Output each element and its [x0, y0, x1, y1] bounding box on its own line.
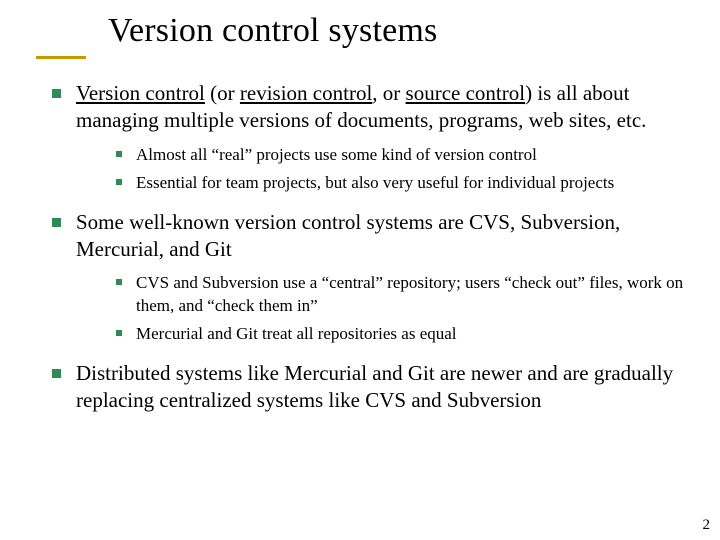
- bullet-2: Some well-known version control systems …: [46, 209, 686, 346]
- bullet-2-text: Some well-known version control systems …: [76, 210, 620, 261]
- bullet-3-text: Distributed systems like Mercurial and G…: [76, 361, 673, 412]
- bullet-1-sublist: Almost all “real” projects use some kind…: [76, 144, 686, 195]
- bullet-1-text-b: , or: [372, 81, 405, 105]
- bullet-1-term-source-control: source control: [406, 81, 526, 105]
- title-accent-bar: [36, 56, 86, 59]
- bullet-1-term-revision-control: revision control: [240, 81, 372, 105]
- bullet-list: Version control (or revision control, or…: [46, 80, 686, 413]
- bullet-1: Version control (or revision control, or…: [46, 80, 686, 195]
- page-number: 2: [703, 517, 711, 534]
- bullet-1-sub-2: Essential for team projects, but also ve…: [112, 172, 686, 194]
- bullet-2-sublist: CVS and Subversion use a “central” repos…: [76, 272, 686, 345]
- bullet-2-sub-1: CVS and Subversion use a “central” repos…: [112, 272, 686, 317]
- slide: Version control systems Version control …: [0, 0, 720, 540]
- bullet-3: Distributed systems like Mercurial and G…: [46, 360, 686, 414]
- bullet-1-text-a: (or: [205, 81, 240, 105]
- slide-title: Version control systems: [108, 12, 437, 50]
- bullet-1-sub-1: Almost all “real” projects use some kind…: [112, 144, 686, 166]
- slide-body: Version control (or revision control, or…: [46, 80, 686, 423]
- bullet-1-term-version-control: Version control: [76, 81, 205, 105]
- bullet-2-sub-2: Mercurial and Git treat all repositories…: [112, 323, 686, 345]
